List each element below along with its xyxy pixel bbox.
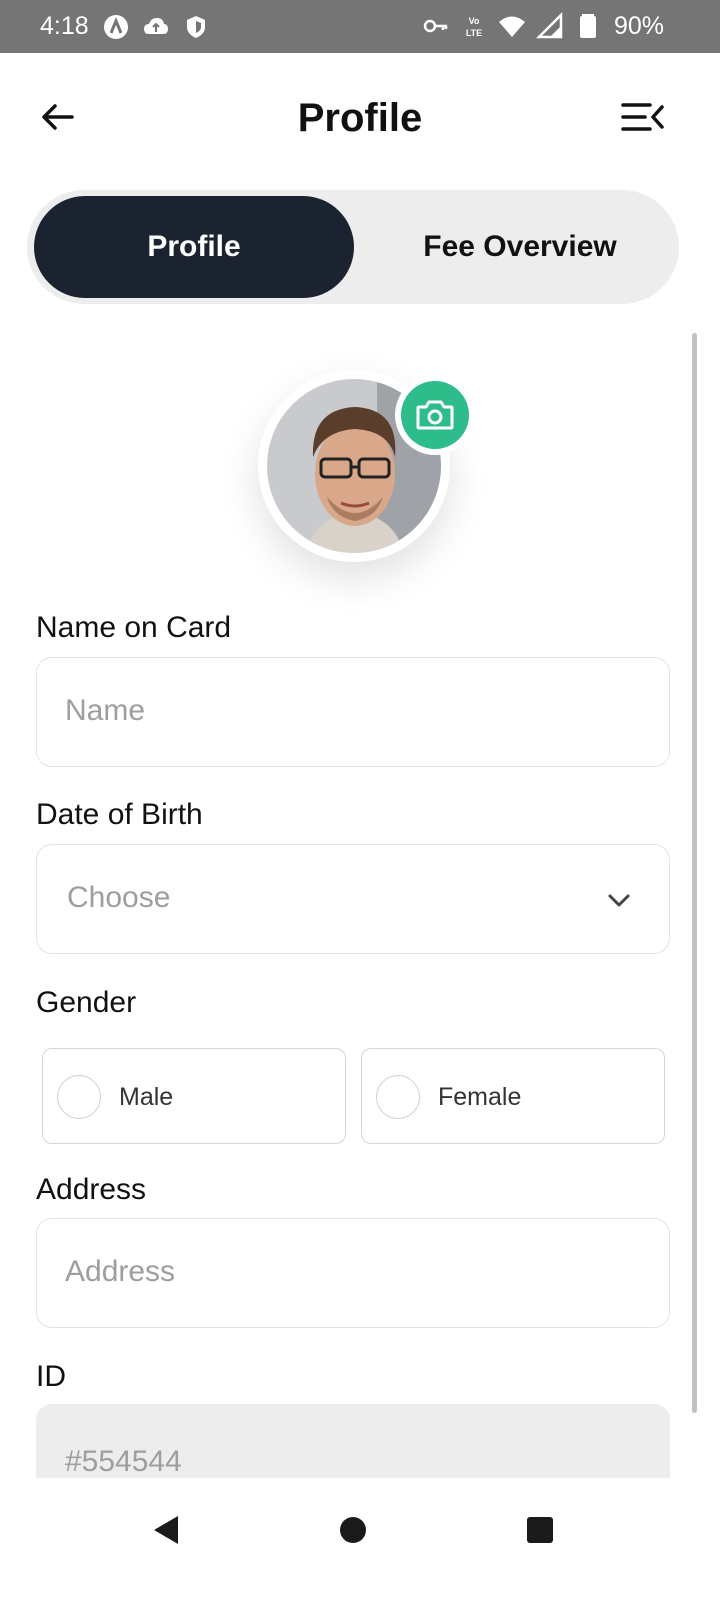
- address-field[interactable]: Address: [36, 1218, 670, 1328]
- gender-label: Gender: [36, 986, 137, 1019]
- change-photo-button[interactable]: [395, 375, 475, 455]
- nav-recents-button[interactable]: [518, 1508, 562, 1552]
- status-time: 4:18: [40, 12, 89, 40]
- status-left-icons: [102, 13, 210, 41]
- profile-tabs: Profile Fee Overview: [27, 190, 679, 304]
- status-bar: 4:18 Vo LTE 90%: [0, 0, 720, 53]
- gender-option-male[interactable]: Male: [42, 1048, 346, 1144]
- battery-percent: 90%: [613, 12, 664, 40]
- back-triangle-icon: [154, 1516, 178, 1544]
- menu-button[interactable]: [620, 99, 666, 135]
- svg-text:LTE: LTE: [466, 28, 482, 38]
- address-label: Address: [36, 1173, 147, 1206]
- vpn-key-icon: [422, 12, 450, 40]
- shield-icon: [182, 13, 210, 41]
- name-label: Name on Card: [36, 611, 232, 644]
- wifi-icon: [498, 12, 526, 40]
- home-circle-icon: [340, 1517, 366, 1543]
- app-header: Profile: [0, 53, 720, 183]
- nav-home-button[interactable]: [331, 1508, 375, 1552]
- gender-option-female[interactable]: Female: [361, 1048, 665, 1144]
- recents-square-icon: [527, 1517, 553, 1543]
- svg-text:Vo: Vo: [469, 16, 480, 26]
- id-value: #554544: [65, 1445, 182, 1478]
- tab-profile[interactable]: Profile: [34, 196, 354, 298]
- volte-icon: Vo LTE: [460, 12, 488, 40]
- name-placeholder: Name: [65, 694, 146, 727]
- system-nav-bar: [0, 1478, 720, 1600]
- battery-icon: [574, 12, 602, 40]
- tab-fee-overview[interactable]: Fee Overview: [360, 196, 680, 298]
- radio-button-female[interactable]: [376, 1075, 420, 1119]
- id-label: ID: [36, 1360, 66, 1393]
- camera-icon: [416, 400, 454, 430]
- page-title: Profile: [297, 96, 423, 140]
- name-field[interactable]: Name: [36, 657, 670, 767]
- radio-button-male[interactable]: [57, 1075, 101, 1119]
- chevron-down-icon: [608, 894, 630, 907]
- dob-placeholder: Choose: [67, 881, 171, 914]
- assistant-icon: [102, 13, 130, 41]
- nav-back-button[interactable]: [146, 1508, 190, 1552]
- gender-female-label: Female: [438, 1083, 522, 1111]
- dob-label: Date of Birth: [36, 798, 203, 831]
- gender-male-label: Male: [119, 1083, 174, 1111]
- dob-dropdown[interactable]: Choose: [36, 844, 670, 954]
- menu-collapse-icon: [621, 103, 664, 131]
- signal-icon: [536, 12, 564, 40]
- scrollbar[interactable]: [692, 333, 697, 1413]
- status-right-icons: Vo LTE: [422, 12, 602, 40]
- address-placeholder: Address: [65, 1255, 176, 1288]
- cloud-upload-icon: [142, 13, 170, 41]
